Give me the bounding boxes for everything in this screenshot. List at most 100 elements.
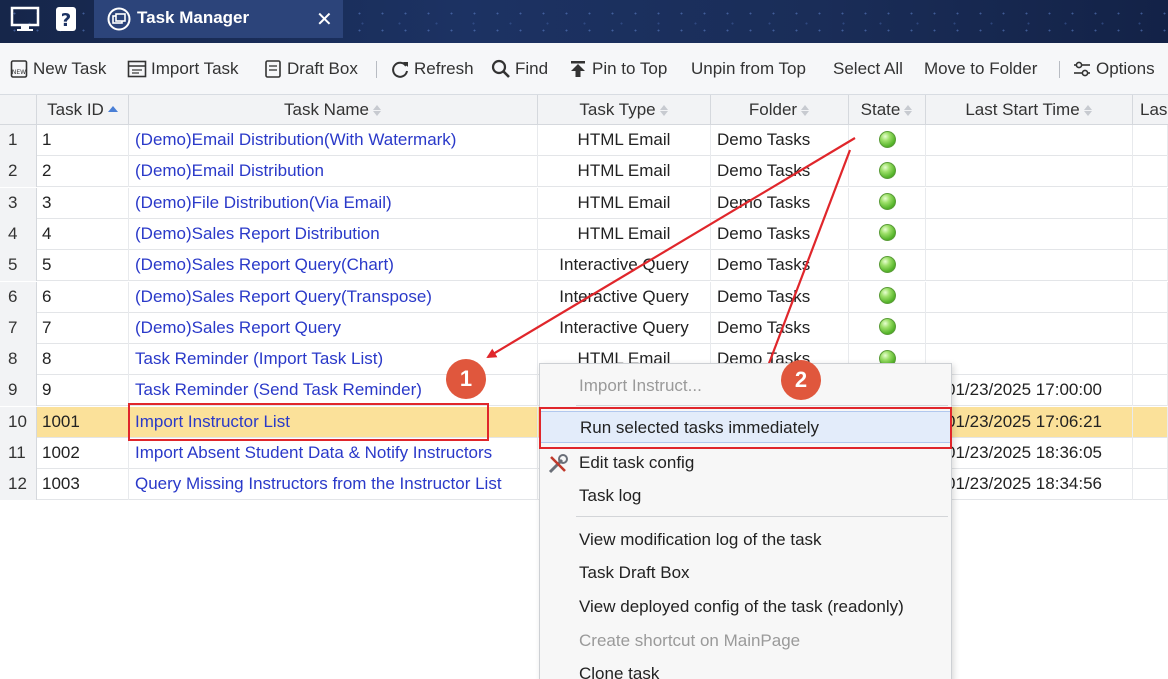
unpin-from-top-button[interactable]: Unpin from Top <box>691 58 806 80</box>
highlight-run-menu-item <box>539 407 952 449</box>
folder-cell: Demo Tasks <box>711 281 849 313</box>
folder-cell: Demo Tasks <box>711 218 849 250</box>
new-task-button[interactable]: NEW New Task <box>9 58 106 80</box>
state-cell <box>849 250 926 282</box>
title-bar: ? Task Manager ✕ <box>0 0 1168 43</box>
find-button[interactable]: Find <box>491 58 548 80</box>
column-header-folder[interactable]: Folder <box>711 95 849 125</box>
row-number-cell: 6 <box>0 281 37 313</box>
move-to-folder-button[interactable]: Move to Folder <box>924 58 1037 80</box>
row-number-cell: 8 <box>0 344 37 376</box>
import-task-button[interactable]: Import Task <box>127 58 239 80</box>
task-name-link[interactable]: (Demo)Sales Report Distribution <box>129 218 538 250</box>
task-name-link[interactable]: (Demo)Sales Report Query <box>129 312 538 344</box>
options-icon <box>1072 59 1092 79</box>
import-task-label: Import Task <box>151 59 239 78</box>
task-type-cell: Interactive Query <box>538 312 711 344</box>
task-name-link[interactable]: (Demo)Email Distribution <box>129 156 538 188</box>
status-green-icon <box>878 224 896 242</box>
menu-item-edit-task-config[interactable]: Edit task config <box>540 447 951 479</box>
task-name-link[interactable]: (Demo)Email Distribution(With Watermark) <box>129 125 538 156</box>
select-all-button[interactable]: Select All <box>833 58 903 80</box>
column-header-task-id[interactable]: Task ID <box>37 95 129 125</box>
folder-cell: Demo Tasks <box>711 250 849 282</box>
unpin-from-top-label: Unpin from Top <box>691 59 806 78</box>
menu-item-clone-task[interactable]: Clone task <box>540 658 951 679</box>
table-row[interactable]: 4 4 (Demo)Sales Report Distribution HTML Em… <box>0 218 1168 250</box>
pin-to-top-button[interactable]: Pin to Top <box>568 58 667 80</box>
last-start-time-cell <box>926 218 1133 250</box>
folder-cell: Demo Tasks <box>711 125 849 156</box>
header-label: Folder <box>748 100 798 119</box>
tab-task-manager[interactable]: Task Manager ✕ <box>94 0 343 38</box>
menu-item-task-draft-box[interactable]: Task Draft Box <box>540 557 951 589</box>
help-icon[interactable]: ? <box>55 6 77 32</box>
task-name-link[interactable]: Import Absent Student Data & Notify Inst… <box>129 438 538 469</box>
folder-cell: Demo Tasks <box>711 156 849 188</box>
sort-icon <box>373 105 382 117</box>
last-start-time-cell: 01/23/2025 17:00:00 <box>926 375 1133 407</box>
last-start-time-cell <box>926 250 1133 282</box>
status-green-icon <box>878 130 896 148</box>
last-more-cell <box>1133 156 1168 188</box>
column-header-task-type[interactable]: Task Type <box>538 95 711 125</box>
task-id-cell: 1003 <box>37 469 129 501</box>
menu-item-import-instructor: Import Instruct... <box>579 376 702 395</box>
refresh-button[interactable]: Refresh <box>390 58 474 80</box>
table-row[interactable]: 6 6 (Demo)Sales Report Query(Transpose) Int… <box>0 281 1168 313</box>
toolbar-divider <box>1059 61 1060 78</box>
table-row[interactable]: 5 5 (Demo)Sales Report Query(Chart) Interac… <box>0 250 1168 282</box>
table-row[interactable]: 3 3 (Demo)File Distribution(Via Email) HTML… <box>0 187 1168 219</box>
menu-item-task-log[interactable]: Task log <box>540 480 951 512</box>
task-name-link[interactable]: (Demo)Sales Report Query(Transpose) <box>129 281 538 313</box>
task-id-cell: 3 <box>37 187 129 219</box>
last-start-time-cell: 01/23/2025 17:06:21 <box>926 406 1133 438</box>
tab-label: Task Manager <box>137 8 250 27</box>
column-header-last-start-time[interactable]: Last Start Time <box>926 95 1133 125</box>
monitor-icon[interactable] <box>10 6 40 32</box>
task-name-link[interactable]: (Demo)Sales Report Query(Chart) <box>129 250 538 282</box>
last-more-cell <box>1133 344 1168 376</box>
table-row[interactable]: 2 2 (Demo)Email Distribution HTML Email Demo… <box>0 156 1168 188</box>
move-to-folder-label: Move to Folder <box>924 59 1038 78</box>
refresh-label: Refresh <box>414 59 474 78</box>
menu-item-view-modification-log[interactable]: View modification log of the task <box>540 524 951 556</box>
table-row[interactable]: 1 1 (Demo)Email Distribution(With Watermar… <box>0 125 1168 156</box>
step-badge-2: 2 <box>781 360 821 400</box>
status-green-icon <box>878 318 896 336</box>
column-header-task-name[interactable]: Task Name <box>129 95 538 125</box>
menu-divider <box>576 405 948 406</box>
sort-ascending-icon <box>107 105 118 112</box>
menu-item-view-deployed-config[interactable]: View deployed config of the task (readon… <box>540 591 951 623</box>
task-manager-icon <box>107 7 131 31</box>
task-type-cell: Interactive Query <box>538 281 711 313</box>
table-row[interactable]: 7 7 (Demo)Sales Report Query Interactive Qu… <box>0 312 1168 344</box>
options-button[interactable]: Options <box>1072 58 1155 80</box>
task-id-cell: 1 <box>37 125 129 156</box>
task-name-link[interactable]: (Demo)File Distribution(Via Email) <box>129 187 538 219</box>
column-header-last-more[interactable]: Las <box>1133 95 1168 125</box>
sort-icon <box>1083 105 1093 117</box>
menu-item-create-shortcut: Create shortcut on MainPage <box>579 631 801 650</box>
last-more-cell <box>1133 406 1168 438</box>
column-header-state[interactable]: State <box>849 95 926 125</box>
svg-text:?: ? <box>61 10 71 31</box>
status-green-icon <box>878 161 896 179</box>
task-name-link[interactable]: Query Missing Instructors from the Instr… <box>129 469 538 501</box>
task-type-cell: HTML Email <box>538 218 711 250</box>
state-cell <box>849 281 926 313</box>
close-icon[interactable]: ✕ <box>316 7 333 32</box>
pin-to-top-icon <box>568 59 588 79</box>
state-cell <box>849 187 926 219</box>
draft-box-button[interactable]: Draft Box <box>263 58 358 80</box>
task-id-cell: 1002 <box>37 438 129 469</box>
row-number-cell: 10 <box>0 406 37 438</box>
state-cell <box>849 156 926 188</box>
header-label: Task Name <box>283 100 370 119</box>
menu-divider <box>576 516 948 517</box>
import-icon <box>127 59 147 79</box>
sort-icon <box>801 105 810 117</box>
task-id-cell: 4 <box>37 218 129 250</box>
header-label: Las <box>1140 100 1168 119</box>
last-start-time-cell <box>926 125 1133 156</box>
